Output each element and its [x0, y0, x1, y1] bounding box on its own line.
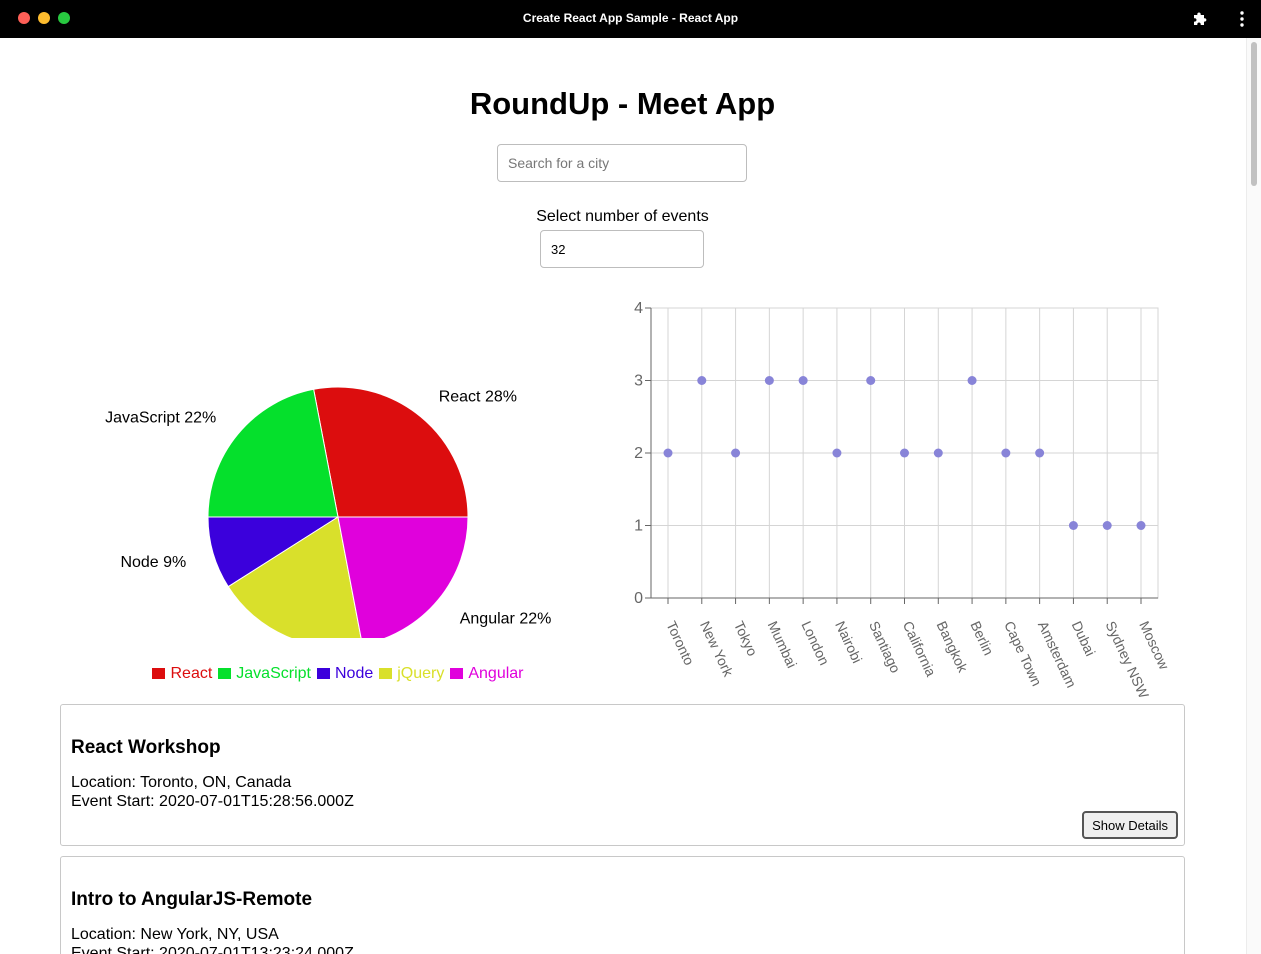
scatter-point-london[interactable]: [798, 376, 808, 385]
x-tick-label-santiago: Santiago: [866, 619, 904, 676]
legend-swatch: [152, 668, 166, 679]
scatter-point-cape-town[interactable]: [1001, 448, 1011, 458]
event-title: Intro to AngularJS-Remote: [71, 889, 313, 910]
legend-swatch: [379, 668, 393, 679]
x-tick-label-berlin: Berlin: [967, 619, 997, 658]
legend-label: JavaScript: [236, 665, 311, 682]
scatter-point-sydney-nsw[interactable]: [1102, 521, 1112, 530]
x-tick-label-california: California: [900, 619, 940, 680]
legend-item-javascript: JavaScript: [218, 665, 311, 683]
event-location: Location: Toronto, ON, Canada: [71, 774, 292, 791]
y-tick-label: 2: [634, 445, 643, 462]
x-tick-label-new-york: New York: [697, 619, 737, 680]
x-tick-label-bangkok: Bangkok: [934, 619, 972, 676]
event-card: Intro to AngularJS-Remote Location: New …: [60, 856, 1185, 954]
genre-pie-chart: React 28%JavaScript 22%Node 9%jQuery 19%…: [100, 308, 580, 672]
scatter-point-bangkok[interactable]: [933, 448, 943, 458]
scrollbar-thumb[interactable]: [1251, 42, 1257, 186]
event-start: Event Start: 2020-07-01T13:23:24.000Z: [71, 945, 354, 954]
legend-item-react: React: [152, 665, 212, 683]
legend-label: jQuery: [397, 665, 445, 682]
scatter-point-nairobi[interactable]: [832, 448, 842, 458]
scatter-point-tokyo[interactable]: [731, 448, 741, 458]
app-title: RoundUp - Meet App: [469, 86, 776, 121]
legend-item-node: Node: [316, 665, 374, 683]
scatter-point-berlin[interactable]: [967, 376, 977, 385]
page-scrollbar[interactable]: [1246, 38, 1261, 954]
legend-swatch: [218, 668, 232, 679]
number-of-events-input[interactable]: [540, 230, 704, 268]
city-search-input[interactable]: [497, 144, 747, 182]
pie-label-javascript: JavaScript 22%: [105, 409, 216, 426]
number-of-events-label: Select number of events: [536, 208, 709, 225]
show-details-button[interactable]: Show Details: [1082, 811, 1178, 839]
scatter-point-toronto[interactable]: [663, 448, 673, 458]
legend-label: React: [170, 665, 213, 682]
scatter-point-moscow[interactable]: [1136, 521, 1146, 530]
x-tick-label-nairobi: Nairobi: [832, 619, 865, 666]
events-by-city-scatter-chart: 0 1 2 3 4 Toronto New York Tokyo Mumbai London Nai…: [600, 298, 1200, 701]
event-card: React Workshop Location: Toronto, ON, Ca…: [60, 704, 1185, 846]
pie-slice-angular: [337, 516, 469, 646]
x-tick-label-tokyo: Tokyo: [731, 619, 761, 659]
pie-label-node: Node 9%: [120, 554, 186, 571]
scatter-point-california[interactable]: [900, 448, 909, 458]
more-menu-icon[interactable]: [1234, 10, 1250, 28]
event-location: Location: New York, NY, USA: [71, 926, 279, 943]
y-tick-label: 4: [634, 300, 643, 317]
window-titlebar: Create React App Sample - React App: [0, 0, 1261, 38]
scatter-point-amsterdam[interactable]: [1035, 448, 1045, 458]
y-tick-label: 3: [634, 373, 643, 390]
scatter-point-new-york[interactable]: [697, 376, 707, 385]
window-title: Create React App Sample - React App: [522, 11, 739, 25]
x-tick-label-mumbai: Mumbai: [765, 619, 801, 671]
extensions-puzzle-icon[interactable]: [1193, 11, 1209, 27]
scatter-point-dubai[interactable]: [1068, 521, 1078, 530]
y-tick-label: 1: [634, 518, 643, 535]
x-tick-label-dubai: Dubai: [1069, 619, 1099, 659]
legend-item-jquery: jQuery: [379, 665, 444, 683]
pie-slice-react: [313, 386, 469, 518]
legend-label: Node: [334, 665, 374, 682]
legend-swatch: [450, 668, 464, 679]
scatter-point-mumbai[interactable]: [764, 376, 774, 385]
x-tick-label-london: London: [798, 619, 832, 668]
pie-chart-svg: React 28%JavaScript 22%Node 9%jQuery 19%…: [105, 386, 552, 672]
event-title: React Workshop: [71, 737, 221, 758]
page-viewport: RoundUp - Meet App Select number of even…: [0, 38, 1261, 954]
scatter-point-santiago[interactable]: [866, 376, 876, 385]
y-tick-label: 0: [634, 590, 643, 607]
x-tick-label-moscow: Moscow: [1136, 619, 1173, 673]
scatter-chart-svg: 0 1 2 3 4 Toronto New YorkTokyo MumbaiLondon Nai…: [634, 300, 1173, 701]
legend-item-angular: Angular: [450, 665, 524, 683]
pie-label-react: React 28%: [439, 388, 517, 405]
legend-label: Angular: [468, 665, 524, 682]
pie-label-angular: Angular 22%: [460, 611, 552, 628]
event-start: Event Start: 2020-07-01T15:28:56.000Z: [71, 793, 354, 810]
legend-swatch: [316, 668, 330, 679]
x-tick-label-toronto: Toronto: [663, 619, 697, 668]
pie-chart-legend: React JavaScript Node jQuery Angular: [0, 665, 676, 683]
